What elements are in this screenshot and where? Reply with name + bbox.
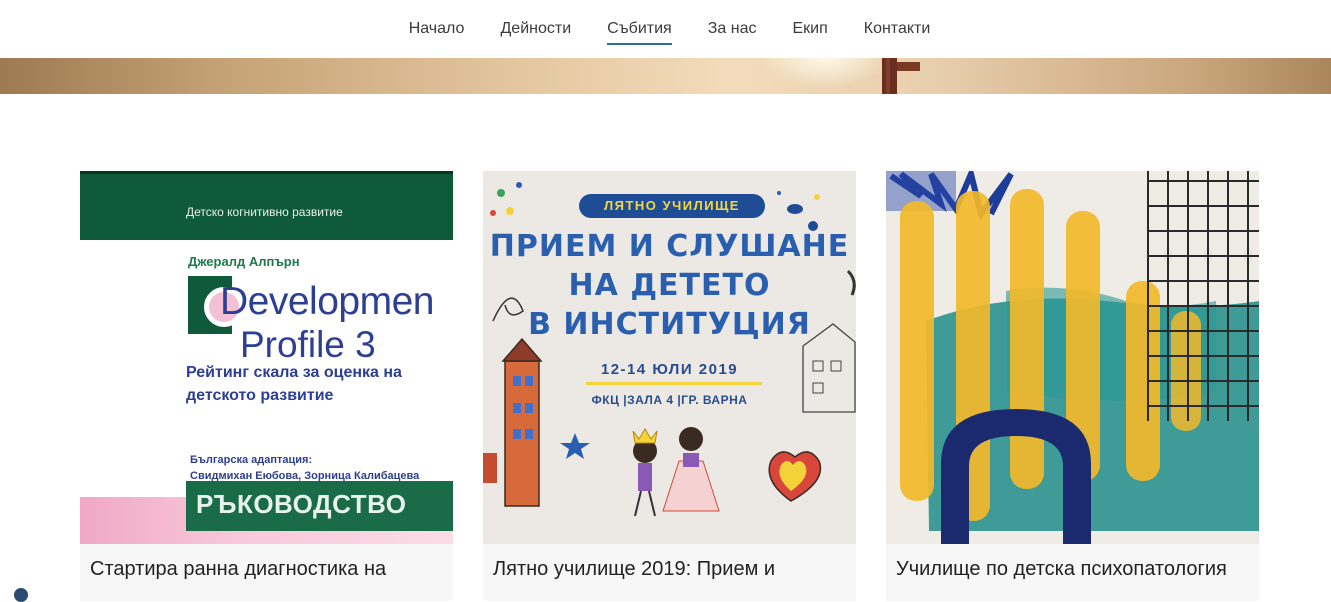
poster-label: ЛЯТНО УЧИЛИЩЕ: [604, 198, 740, 213]
book-title-line1: Developmen: [220, 280, 434, 323]
poster-headline-line3: В ИНСТИТУЦИЯ: [528, 307, 811, 342]
poster-headline-line1: ПРИЕМ И СЛУШАНЕ: [489, 229, 850, 264]
card-title[interactable]: Стартира ранна диагностика на: [90, 556, 445, 582]
hero-cross-shape: [882, 58, 920, 94]
nav-item-about[interactable]: За нас: [708, 13, 757, 45]
nav-menu: Начало Дейности Събития За нас Екип Конт…: [0, 0, 1331, 58]
book-adaptation-label: Българска адаптация:: [190, 454, 313, 466]
nav-item-activities[interactable]: Дейности: [500, 13, 571, 45]
nav-item-home[interactable]: Начало: [409, 13, 465, 45]
card-image-abstract-painting[interactable]: [886, 171, 1259, 544]
event-card-summer-school[interactable]: ЛЯТНО УЧИЛИЩЕ ПРИЕМ И СЛУШАНЕ НА ДЕТЕТО …: [483, 171, 856, 601]
hero-banner: [0, 58, 1331, 94]
poster-doodles: [483, 182, 856, 517]
book-author: Джералд Алпърн: [188, 254, 300, 269]
nav-item-team[interactable]: Екип: [792, 13, 827, 45]
top-navigation: Начало Дейности Събития За нас Екип Конт…: [0, 0, 1331, 58]
poster-headline-line2: НА ДЕТЕТО: [568, 268, 771, 303]
book-subtitle-line1: Рейтинг скала за оценка на: [186, 364, 402, 381]
hero-light-glow: [760, 58, 890, 88]
book-subtitle-line2: детското развитие: [186, 387, 334, 404]
card-title[interactable]: Училище по детска психопатология: [896, 556, 1251, 582]
book-title-line2: Profile 3: [240, 324, 376, 365]
nav-item-contacts[interactable]: Контакти: [864, 13, 931, 45]
poster-venue: ФКЦ |ЗАЛА 4 |ГР. ВАРНА: [591, 393, 748, 407]
book-series: Детско когнитивно развитие: [186, 205, 343, 219]
poster-dates: 12-14 ЮЛИ 2019: [600, 361, 739, 378]
nav-item-events[interactable]: Събития: [607, 13, 672, 45]
event-card-diagnostics[interactable]: Детско когнитивно развитие Джералд Алпър…: [80, 171, 453, 601]
book-manual-label: РЪКОВОДСТВО: [196, 489, 407, 519]
card-image-poster[interactable]: ЛЯТНО УЧИЛИЩЕ ПРИЕМ И СЛУШАНЕ НА ДЕТЕТО …: [483, 171, 856, 544]
card-image-book-cover[interactable]: Детско когнитивно развитие Джералд Алпър…: [80, 171, 453, 544]
poster-date-underline: [586, 382, 762, 385]
event-card-psychopathology-school[interactable]: Училище по детска психопатология: [886, 171, 1259, 601]
card-title[interactable]: Лятно училище 2019: Прием и: [493, 556, 848, 582]
abstract-painting-icon: [886, 171, 1259, 544]
scroll-to-top-button[interactable]: [14, 588, 28, 602]
